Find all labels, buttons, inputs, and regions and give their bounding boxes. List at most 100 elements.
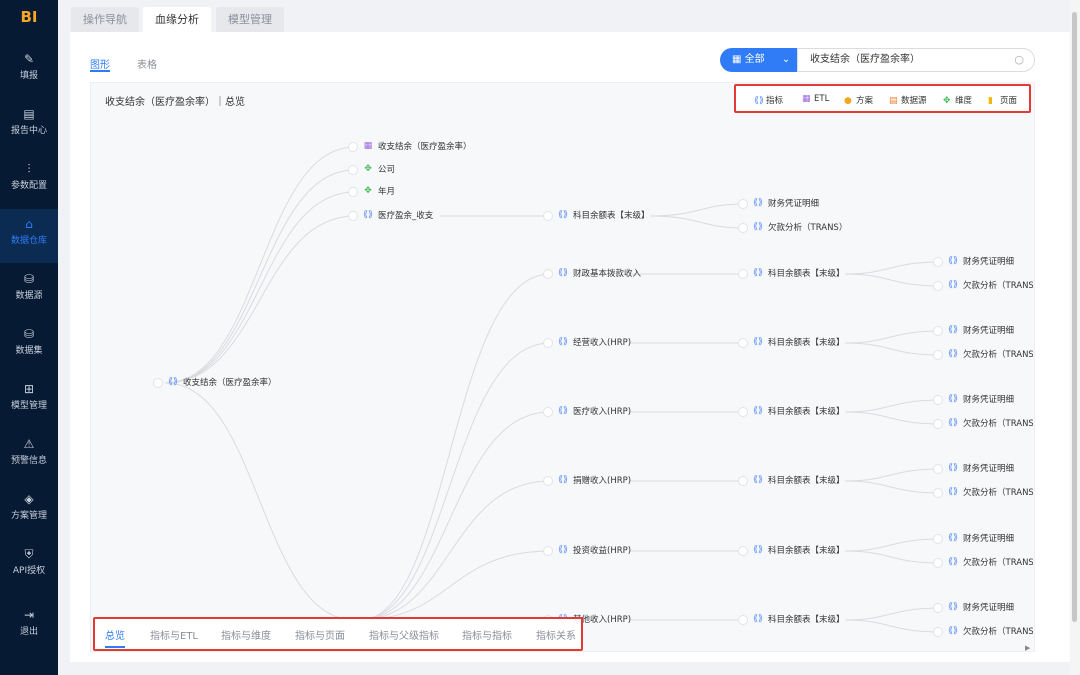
lineage-leaf-node[interactable]: ⟪⟫ 财务凭证明细 [738, 198, 819, 210]
lineage-leaf-node[interactable]: ⟪⟫ 财务凭证明细 [933, 256, 1033, 268]
node-expander[interactable] [543, 475, 553, 486]
indicator-icon: ⟪⟫ [948, 533, 959, 543]
lineage-leaf-node[interactable]: ⟪⟫ 财务凭证明细 [933, 325, 1033, 337]
lineage-node-etl[interactable]: ▦ 收支结余（医疗盈余率） [348, 141, 472, 153]
lineage-leaf-node[interactable]: ⟪⟫ 欠款分析（TRANS [933, 626, 1033, 638]
node-expander[interactable] [348, 210, 358, 221]
node-expander[interactable] [738, 406, 748, 417]
node-label: 收支结余（医疗盈余率） [378, 142, 472, 152]
lineage-leaf-node[interactable]: ⟪⟫ 财务凭证明细 [933, 463, 1033, 475]
lineage-node-level2[interactable]: ⟪⟫ 财政基本拨款收入 [543, 268, 641, 280]
etl-icon: ▦ [363, 141, 373, 151]
node-expander[interactable] [933, 463, 943, 474]
lineage-leaf-node[interactable]: ⟪⟫ 财务凭证明细 [933, 602, 1033, 614]
node-expander[interactable] [933, 533, 943, 544]
indicator-icon: ⟪⟫ [558, 268, 569, 278]
node-expander[interactable] [933, 280, 943, 291]
node-expander[interactable] [153, 377, 163, 388]
node-expander[interactable] [543, 545, 553, 556]
lineage-node-branch[interactable]: ⟪⟫ 科目余额表【末级】 [738, 475, 845, 487]
indicator-icon: ⟪⟫ [753, 614, 764, 624]
node-label: 财务凭证明细 [963, 257, 1015, 267]
lineage-leaf-node[interactable]: ⟪⟫ 财务凭证明细 [933, 394, 1033, 406]
node-expander[interactable] [348, 141, 358, 152]
node-expander[interactable] [738, 545, 748, 556]
lineage-node-level2[interactable]: ⟪⟫ 捐赠收入(HRP) [543, 475, 631, 487]
node-label: 捐赠收入(HRP) [573, 476, 632, 486]
lineage-leaf-node[interactable]: ⟪⟫ 财务凭证明细 [933, 533, 1033, 545]
node-expander[interactable] [543, 406, 553, 417]
relation-tab-indicator-page[interactable]: 指标与页面 [295, 627, 345, 642]
indicator-icon: ⟪⟫ [753, 475, 764, 485]
node-expander[interactable] [543, 337, 553, 348]
node-label: 欠款分析（TRANS [963, 419, 1033, 429]
relation-tab-indicator-relation[interactable]: 指标关系 [536, 627, 576, 642]
lineage-leaf-node[interactable]: ⟪⟫ 欠款分析（TRANS [933, 487, 1033, 499]
node-label: 科目余额表【末级】 [768, 269, 845, 279]
indicator-icon: ⟪⟫ [753, 545, 764, 555]
lineage-node-level2[interactable]: ⟪⟫ 投资收益(HRP) [543, 545, 631, 557]
node-label: 财务凭证明细 [963, 326, 1015, 336]
node-expander[interactable] [933, 557, 943, 568]
indicator-icon: ⟪⟫ [948, 557, 959, 567]
lineage-node-dimension-month[interactable]: ✥ 年月 [348, 186, 395, 198]
node-label: 欠款分析（TRANS [963, 488, 1033, 498]
node-expander[interactable] [543, 210, 553, 221]
node-expander[interactable] [738, 222, 748, 233]
indicator-icon: ⟪⟫ [753, 268, 764, 278]
node-expander[interactable] [738, 198, 748, 209]
lineage-node-indicator[interactable]: ⟪⟫ 医疗盈余_收支 [348, 210, 433, 222]
node-label: 财务凭证明细 [963, 534, 1015, 544]
lineage-node-branch[interactable]: ⟪⟫ 科目余额表【末级】 [738, 406, 845, 418]
node-label: 医疗收入(HRP) [573, 407, 632, 417]
node-label: 欠款分析（TRANS [963, 350, 1033, 360]
node-expander[interactable] [933, 418, 943, 429]
indicator-icon: ⟪⟫ [558, 475, 569, 485]
node-label: 收支结余（医疗盈余率） [183, 378, 277, 388]
node-expander[interactable] [348, 164, 358, 175]
node-expander[interactable] [738, 475, 748, 486]
node-expander[interactable] [738, 337, 748, 348]
relation-tab-overview[interactable]: 总览 [105, 627, 125, 642]
relation-tab-indicator-dimension[interactable]: 指标与维度 [221, 627, 271, 642]
lineage-leaf-node[interactable]: ⟪⟫ 欠款分析（TRANS [933, 349, 1033, 361]
lineage-leaf-node[interactable]: ⟪⟫ 欠款分析（TRANS [933, 557, 1033, 569]
indicator-icon: ⟪⟫ [753, 406, 764, 416]
lineage-node-level2[interactable]: ⟪⟫ 医疗收入(HRP) [543, 406, 631, 418]
indicator-icon: ⟪⟫ [948, 394, 959, 404]
node-label: 医疗盈余_收支 [378, 211, 434, 221]
scroll-right-icon[interactable]: ▶ [1025, 644, 1030, 652]
node-expander[interactable] [738, 614, 748, 625]
relation-tab-indicator [105, 646, 125, 648]
node-expander[interactable] [933, 325, 943, 336]
lineage-node-branch[interactable]: ⟪⟫ 科目余额表【末级】 [543, 210, 650, 222]
node-expander[interactable] [933, 349, 943, 360]
lineage-node-branch[interactable]: ⟪⟫ 科目余额表【末级】 [738, 614, 845, 626]
lineage-node-branch[interactable]: ⟪⟫ 科目余额表【末级】 [738, 337, 845, 349]
relation-tab-indicator-etl[interactable]: 指标与ETL [150, 627, 198, 642]
lineage-leaf-node[interactable]: ⟪⟫ 欠款分析（TRANS [933, 418, 1033, 430]
lineage-root-node[interactable]: ⟪⟫ 收支结余（医疗盈余率） [153, 377, 277, 389]
lineage-leaf-node[interactable]: ⟪⟫ 欠款分析（TRANS） [738, 222, 847, 234]
node-expander[interactable] [933, 256, 943, 267]
dimension-icon: ✥ [364, 186, 372, 196]
node-label: 科目余额表【末级】 [768, 338, 845, 348]
indicator-icon: ⟪⟫ [753, 198, 764, 208]
lineage-node-level2[interactable]: ⟪⟫ 经营收入(HRP) [543, 337, 631, 349]
node-expander[interactable] [543, 268, 553, 279]
node-label: 欠款分析（TRANS [963, 281, 1033, 291]
indicator-icon: ⟪⟫ [363, 210, 374, 220]
node-expander[interactable] [933, 602, 943, 613]
relation-tab-indicator-parent[interactable]: 指标与父级指标 [369, 627, 439, 642]
lineage-node-branch[interactable]: ⟪⟫ 科目余额表【末级】 [738, 545, 845, 557]
lineage-node-dimension-company[interactable]: ✥ 公司 [348, 164, 395, 176]
lineage-leaf-node[interactable]: ⟪⟫ 欠款分析（TRANS [933, 280, 1033, 292]
node-expander[interactable] [933, 487, 943, 498]
indicator-icon: ⟪⟫ [558, 545, 569, 555]
lineage-node-branch[interactable]: ⟪⟫ 科目余额表【末级】 [738, 268, 845, 280]
node-expander[interactable] [933, 626, 943, 637]
node-expander[interactable] [348, 186, 358, 197]
node-expander[interactable] [933, 394, 943, 405]
node-expander[interactable] [738, 268, 748, 279]
relation-tab-indicator-indicator[interactable]: 指标与指标 [462, 627, 512, 642]
